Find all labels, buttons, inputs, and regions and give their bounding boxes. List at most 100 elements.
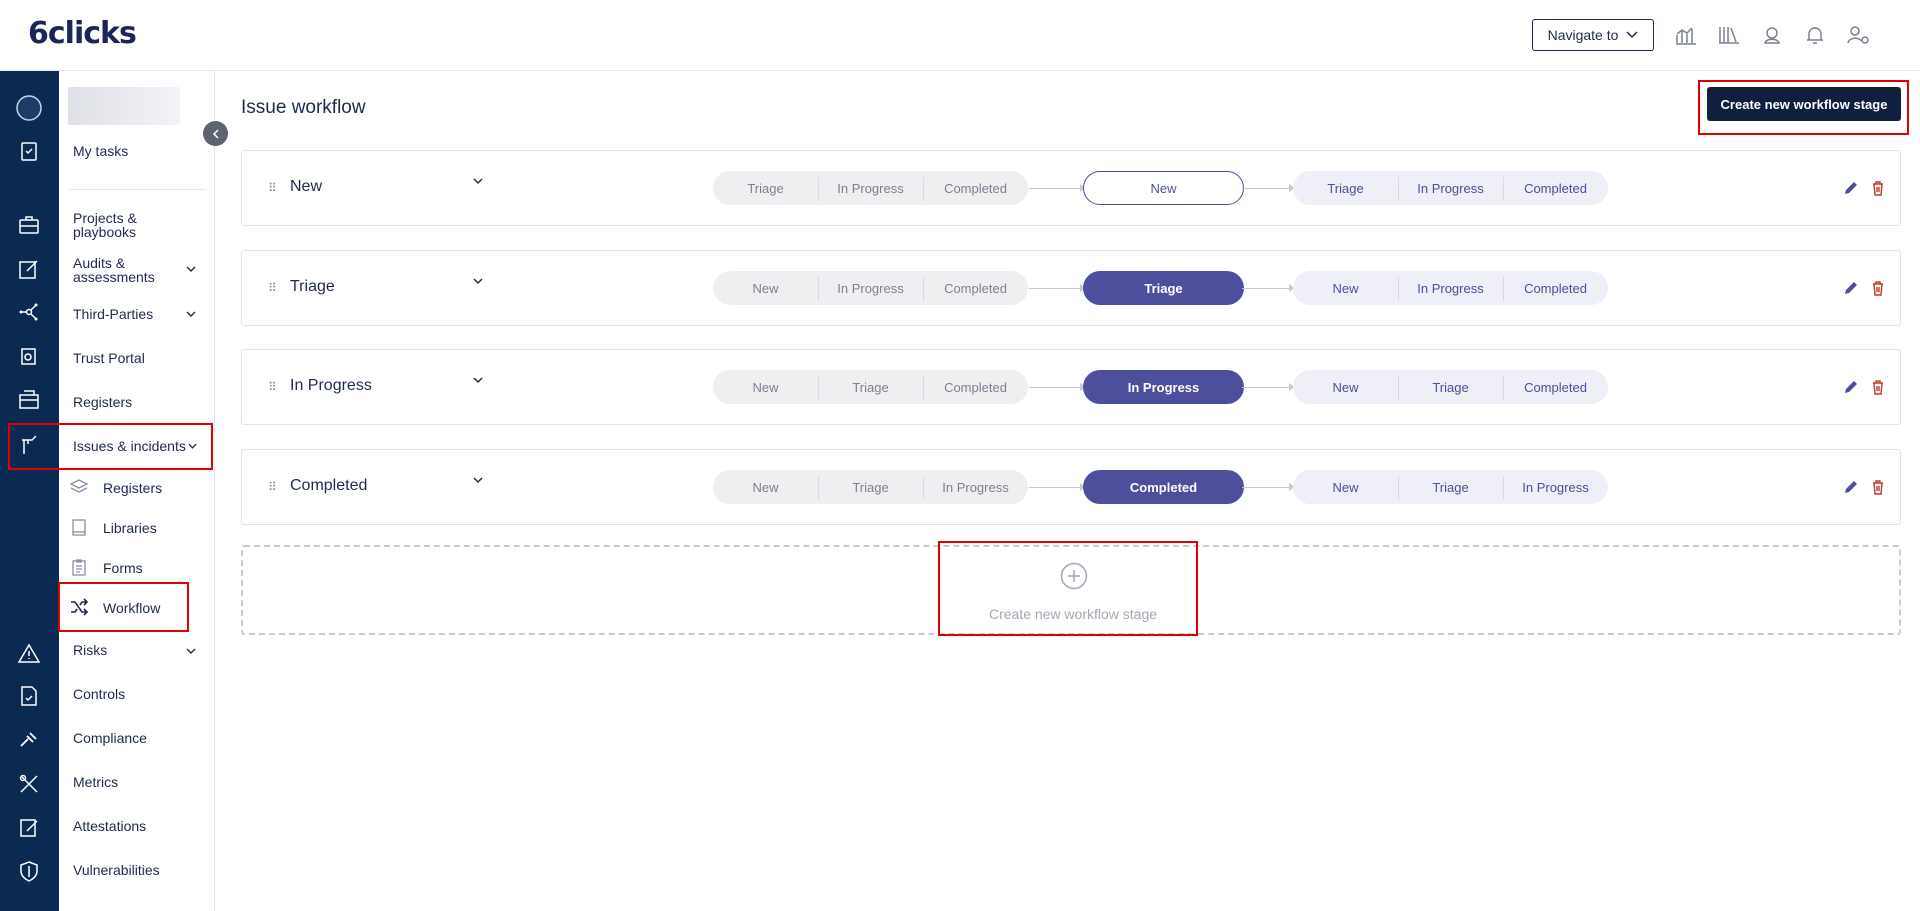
chevron-down-icon[interactable] [472,277,484,285]
next-stages-group: New Triage Completed [1293,370,1608,404]
sidebar-item-trust-portal[interactable]: Trust Portal [73,351,145,365]
library-icon[interactable] [1715,20,1743,50]
highlight-workflow [58,582,189,632]
previous-stage-pill[interactable]: In Progress [818,276,923,301]
sidebar-item-registers[interactable]: Registers [73,395,132,409]
sidebar-item-my-tasks[interactable]: My tasks [73,144,128,158]
next-stage-pill[interactable]: Triage [1293,181,1398,196]
sidebar-item-attestations[interactable]: Attestations [73,819,146,833]
pencil-edit-icon[interactable] [1842,478,1860,496]
metrics-tools-icon[interactable] [14,769,44,799]
previous-stage-pill[interactable]: In Progress [923,475,1028,500]
drag-handle-icon[interactable]: ⠿ [268,281,277,295]
sub-item-registers[interactable]: Registers [103,480,162,496]
sidebar-item-compliance[interactable]: Compliance [73,731,147,745]
workflow-stage-card: ⠿ Completed New Triage In Progress Compl… [241,449,1901,525]
collapse-sidebar-button[interactable] [203,121,228,146]
previous-stage-pill[interactable]: New [713,380,818,395]
stage-name: Triage [290,278,335,295]
edit-note-icon[interactable] [14,254,44,284]
previous-stage-pill[interactable]: Completed [923,176,1028,201]
chevron-down-icon[interactable] [186,648,196,654]
next-stage-pill[interactable]: Triage [1398,375,1503,400]
previous-stage-pill[interactable]: Triage [818,375,923,400]
next-stage-pill[interactable]: Completed [1503,176,1608,201]
current-stage-pill: Completed [1083,470,1244,504]
compliance-gavel-icon[interactable] [14,725,44,755]
avatar[interactable] [14,93,44,123]
app-logo[interactable]: 6clicks [28,16,137,51]
support-agent-icon[interactable] [1758,20,1786,50]
registers-icon[interactable] [14,385,44,415]
previous-stage-pill[interactable]: New [713,480,818,495]
previous-stages-group: New In Progress Completed [713,271,1028,305]
pencil-edit-icon[interactable] [1842,378,1860,396]
workflow-stage-card: ⠿ Triage New In Progress Completed Triag… [241,250,1901,326]
next-stage-pill[interactable]: Triage [1398,475,1503,500]
sidebar-item-controls[interactable]: Controls [73,687,125,701]
navigate-to-label: Navigate to [1547,27,1619,43]
top-header: 6clicks Navigate to [0,0,1920,71]
chevron-down-icon[interactable] [186,311,196,317]
next-stage-pill[interactable]: New [1293,380,1398,395]
next-stage-pill[interactable]: In Progress [1398,176,1503,201]
previous-stage-pill[interactable]: Triage [818,475,923,500]
network-icon[interactable] [14,297,44,327]
current-stage-pill: New [1083,171,1244,205]
sub-item-forms[interactable]: Forms [103,560,143,576]
trash-delete-icon[interactable] [1869,478,1887,496]
chevron-down-icon[interactable] [472,476,484,484]
previous-stage-pill[interactable]: Triage [713,181,818,196]
sidebar-item-vulnerabilities[interactable]: Vulnerabilities [73,863,160,877]
shield-icon[interactable] [14,856,44,886]
next-stage-pill[interactable]: New [1293,480,1398,495]
controls-icon[interactable] [14,681,44,711]
next-stages-group: New In Progress Completed [1293,271,1608,305]
sidebar-item-risks[interactable]: Risks [73,643,107,657]
drag-handle-icon[interactable]: ⠿ [268,380,277,394]
trash-delete-icon[interactable] [1869,378,1887,396]
next-stage-pill[interactable]: Completed [1503,276,1608,301]
risks-warning-icon[interactable] [14,638,44,668]
tasks-icon[interactable] [14,136,44,166]
flow-arrow [1242,487,1292,488]
previous-stage-pill[interactable]: Completed [923,276,1028,301]
trust-portal-icon[interactable] [14,341,44,371]
chevron-left-icon [212,128,219,139]
current-stage-pill: Triage [1083,271,1244,305]
sidebar-item-third-parties[interactable]: Third-Parties [73,307,153,321]
chevron-down-icon[interactable] [472,376,484,384]
page-title: Issue workflow [241,97,366,118]
next-stage-pill[interactable]: New [1293,281,1398,296]
chevron-down-icon [1626,31,1638,39]
book-icon [69,517,89,537]
drag-handle-icon[interactable]: ⠿ [268,181,277,195]
stage-name: Completed [290,477,368,494]
user-settings-icon[interactable] [1844,20,1872,50]
trash-delete-icon[interactable] [1869,279,1887,297]
sidebar-divider [69,189,206,190]
attestations-icon[interactable] [14,813,44,843]
next-stage-pill[interactable]: In Progress [1503,475,1608,500]
navigate-to-dropdown[interactable]: Navigate to [1532,19,1654,51]
org-logo-placeholder[interactable] [68,87,180,125]
pencil-edit-icon[interactable] [1842,179,1860,197]
drag-handle-icon[interactable]: ⠿ [268,480,277,494]
next-stage-pill[interactable]: Completed [1503,375,1608,400]
trash-delete-icon[interactable] [1869,179,1887,197]
pencil-edit-icon[interactable] [1842,279,1860,297]
bell-icon[interactable] [1801,20,1829,50]
next-stage-pill[interactable]: In Progress [1398,276,1503,301]
briefcase-icon[interactable] [14,210,44,240]
analytics-icon[interactable] [1672,20,1700,50]
sub-item-libraries[interactable]: Libraries [103,520,157,536]
stage-name: New [290,178,323,195]
previous-stage-pill[interactable]: Completed [923,375,1028,400]
sidebar-item-metrics[interactable]: Metrics [73,775,118,789]
sidebar-item-audits[interactable]: Audits & assessments [73,256,173,284]
previous-stage-pill[interactable]: New [713,281,818,296]
chevron-down-icon[interactable] [186,266,196,272]
sidebar-item-projects[interactable]: Projects & playbooks [73,211,163,239]
chevron-down-icon[interactable] [472,177,484,185]
previous-stage-pill[interactable]: In Progress [818,176,923,201]
